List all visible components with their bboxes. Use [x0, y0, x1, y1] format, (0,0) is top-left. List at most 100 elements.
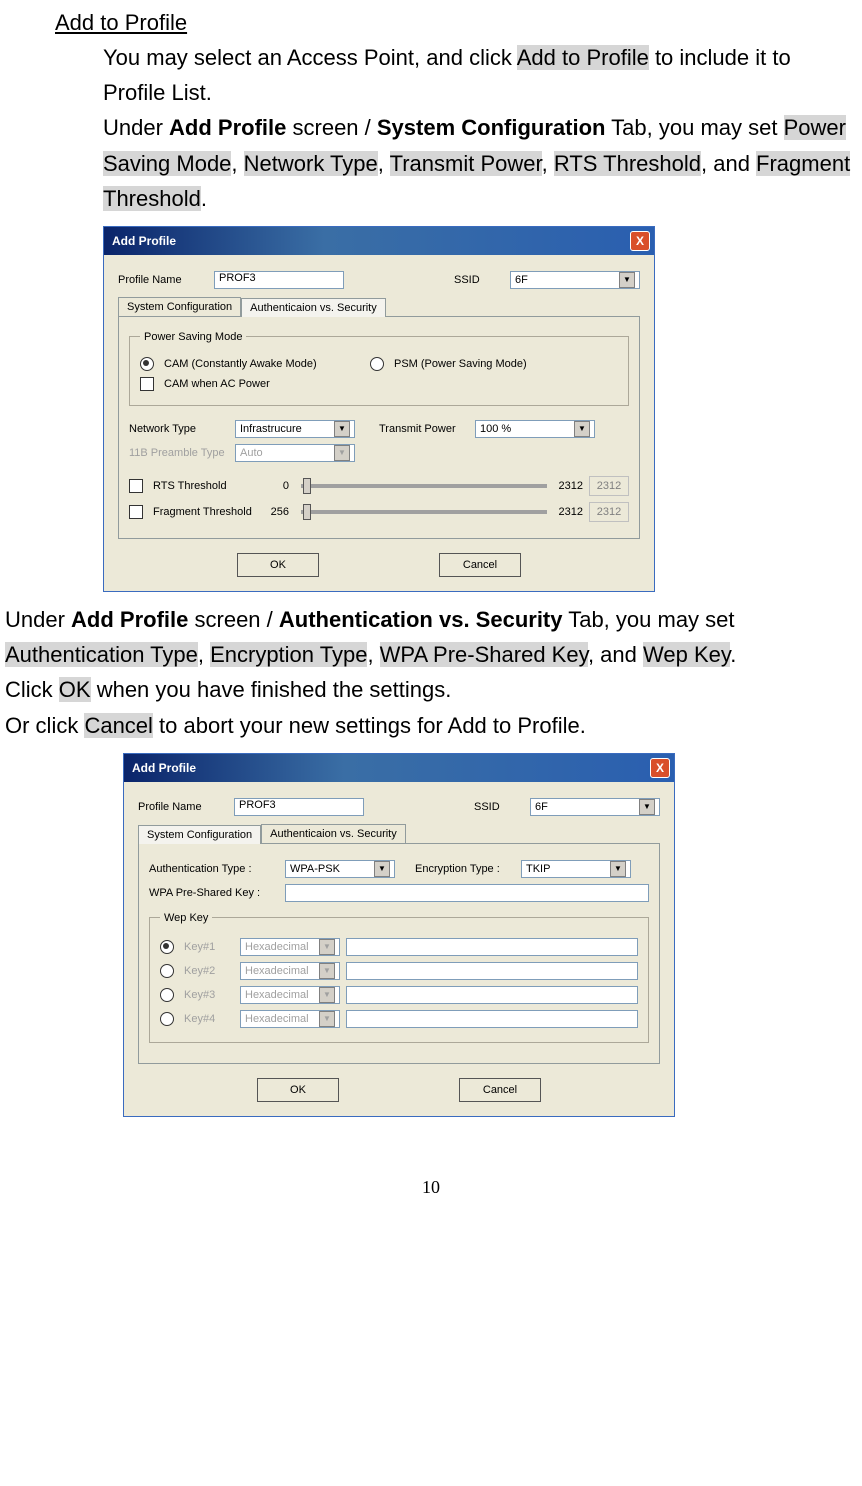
chevron-down-icon[interactable]: ▼ [374, 861, 390, 877]
tab-authentication-security[interactable]: Authenticaion vs. Security [241, 298, 386, 317]
ssid-value: 6F [535, 801, 548, 813]
fragment-checkbox[interactable] [129, 505, 143, 519]
preamble-select: Auto ▼ [235, 444, 355, 462]
profile-name-label: Profile Name [118, 274, 208, 286]
key2-input [346, 962, 638, 980]
bold-auth-security: Authentication vs. Security [279, 607, 563, 632]
text: , and [588, 642, 643, 667]
text: , and [701, 151, 756, 176]
chevron-down-icon[interactable]: ▼ [334, 421, 350, 437]
slider-thumb-icon[interactable] [303, 478, 311, 494]
text: to abort your new settings for Add to Pr… [153, 713, 586, 738]
paragraph-4: Click OK when you have finished the sett… [5, 672, 857, 707]
cancel-button[interactable]: Cancel [439, 553, 521, 577]
slider-thumb-icon[interactable] [303, 504, 311, 520]
network-type-select[interactable]: Infrastrucure ▼ [235, 420, 355, 438]
ssid-select[interactable]: 6F ▼ [530, 798, 660, 816]
rts-max: 2312 [559, 480, 583, 492]
dialog-title: Add Profile [112, 234, 176, 248]
key4-label: Key#4 [184, 1013, 234, 1025]
power-saving-mode-group: Power Saving Mode CAM (Constantly Awake … [129, 331, 629, 406]
cancel-button[interactable]: Cancel [459, 1078, 541, 1102]
key1-format-value: Hexadecimal [245, 941, 309, 953]
fragment-label: Fragment Threshold [153, 506, 263, 518]
text: . [730, 642, 736, 667]
psm-radio[interactable] [370, 357, 384, 371]
text: , [367, 642, 379, 667]
close-icon[interactable]: X [650, 758, 670, 778]
transmit-power-label: Transmit Power [379, 423, 469, 435]
text: Or click [5, 713, 84, 738]
fragment-min: 256 [269, 506, 289, 518]
bold-add-profile: Add Profile [71, 607, 188, 632]
cam-ac-label: CAM when AC Power [164, 378, 270, 390]
tab-authentication-security[interactable]: Authenticaion vs. Security [261, 824, 406, 843]
wpa-psk-label: WPA Pre-Shared Key : [149, 887, 279, 899]
titlebar[interactable]: Add Profile X [104, 227, 654, 255]
text: , [542, 151, 554, 176]
auth-type-value: WPA-PSK [290, 863, 340, 875]
tab-system-configuration[interactable]: System Configuration [118, 297, 241, 316]
ssid-select[interactable]: 6F ▼ [510, 271, 640, 289]
enc-type-select[interactable]: TKIP ▼ [521, 860, 631, 878]
wpa-psk-input[interactable] [285, 884, 649, 902]
psm-legend: Power Saving Mode [140, 331, 246, 343]
highlight-cancel: Cancel [84, 713, 152, 738]
dialog-title: Add Profile [132, 761, 196, 775]
close-icon[interactable]: X [630, 231, 650, 251]
chevron-down-icon: ▼ [319, 939, 335, 955]
key1-format-select: Hexadecimal ▼ [240, 938, 340, 956]
chevron-down-icon[interactable]: ▼ [610, 861, 626, 877]
fragment-slider[interactable] [301, 510, 547, 514]
key4-radio [160, 1012, 174, 1026]
text: Under [5, 607, 71, 632]
rts-checkbox[interactable] [129, 479, 143, 493]
text: , [231, 151, 243, 176]
chevron-down-icon[interactable]: ▼ [639, 799, 655, 815]
highlight-wpa-psk: WPA Pre-Shared Key [380, 642, 588, 667]
fragment-value-display: 2312 [589, 502, 629, 522]
rts-label: RTS Threshold [153, 480, 263, 492]
key1-input [346, 938, 638, 956]
cam-radio[interactable] [140, 357, 154, 371]
ok-button[interactable]: OK [237, 553, 319, 577]
key3-format-value: Hexadecimal [245, 989, 309, 1001]
chevron-down-icon[interactable]: ▼ [619, 272, 635, 288]
ok-button[interactable]: OK [257, 1078, 339, 1102]
text: screen / [286, 115, 376, 140]
wep-key-group: Wep Key Key#1 Hexadecimal ▼ Key#2 Hexade… [149, 912, 649, 1043]
text: , [198, 642, 210, 667]
ssid-label: SSID [474, 801, 524, 813]
ssid-value: 6F [515, 274, 528, 286]
transmit-power-select[interactable]: 100 % ▼ [475, 420, 595, 438]
paragraph-2: Under Add Profile screen / System Config… [103, 110, 857, 216]
key2-label: Key#2 [184, 965, 234, 977]
titlebar[interactable]: Add Profile X [124, 754, 674, 782]
profile-name-input[interactable]: PROF3 [234, 798, 364, 816]
text: screen / [188, 607, 278, 632]
chevron-down-icon[interactable]: ▼ [574, 421, 590, 437]
key3-label: Key#3 [184, 989, 234, 1001]
profile-name-label: Profile Name [138, 801, 228, 813]
key2-format-value: Hexadecimal [245, 965, 309, 977]
chevron-down-icon: ▼ [319, 987, 335, 1003]
profile-name-input[interactable]: PROF3 [214, 271, 344, 289]
tab-system-configuration[interactable]: System Configuration [138, 825, 261, 844]
key3-input [346, 986, 638, 1004]
key1-radio [160, 940, 174, 954]
preamble-value: Auto [240, 447, 263, 459]
key1-label: Key#1 [184, 941, 234, 953]
text: when you have finished the settings. [91, 677, 452, 702]
rts-slider[interactable] [301, 484, 547, 488]
paragraph-5: Or click Cancel to abort your new settin… [5, 708, 857, 743]
text: Tab, you may set [605, 115, 783, 140]
cam-ac-checkbox[interactable] [140, 377, 154, 391]
section-heading: Add to Profile [55, 10, 857, 36]
highlight-auth-type: Authentication Type [5, 642, 198, 667]
preamble-label: 11B Preamble Type [129, 447, 229, 459]
key4-format-value: Hexadecimal [245, 1013, 309, 1025]
highlight-rts-threshold: RTS Threshold [554, 151, 701, 176]
chevron-down-icon: ▼ [334, 445, 350, 461]
add-profile-dialog-sysconf: Add Profile X Profile Name PROF3 SSID 6F… [103, 226, 655, 592]
auth-type-select[interactable]: WPA-PSK ▼ [285, 860, 395, 878]
